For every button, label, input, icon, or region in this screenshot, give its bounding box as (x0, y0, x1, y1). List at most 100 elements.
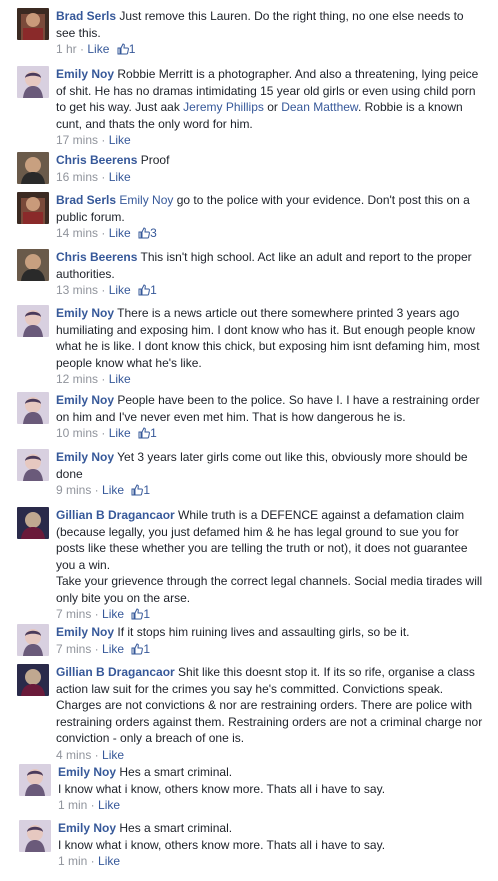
timestamp[interactable]: 1 hr (56, 42, 77, 56)
comment-author[interactable]: Emily Noy (56, 306, 114, 320)
comment-author[interactable]: Emily Noy (56, 625, 114, 639)
avatar[interactable] (19, 764, 51, 796)
avatar[interactable] (17, 66, 49, 98)
thumbs-up-icon (138, 284, 150, 300)
avatar[interactable] (17, 449, 49, 481)
comment-meta: 12 mins · Like (56, 372, 131, 386)
mention-link[interactable]: Jeremy Phillips (183, 100, 264, 114)
avatar[interactable] (17, 664, 49, 696)
comment-text: or (263, 100, 282, 114)
comment-content: Emily Noy Yet 3 years later girls come o… (56, 449, 486, 482)
comment-meta: 4 mins · Like (56, 747, 125, 762)
avatar[interactable] (17, 152, 49, 184)
comment-meta: 7 mins · Like 1 (56, 641, 486, 659)
like-link[interactable]: Like (109, 226, 131, 240)
like-link[interactable]: Like (102, 607, 124, 621)
comment-content: Emily Noy There is a news article out th… (56, 305, 486, 371)
like-count[interactable]: 3 (150, 226, 157, 240)
comment-meta: 16 mins · Like (56, 169, 131, 184)
like-count[interactable]: 1 (143, 642, 150, 656)
thumbs-up-icon (138, 227, 150, 243)
avatar[interactable] (17, 192, 49, 224)
comment-text: I know what i know, others know more. Th… (58, 781, 386, 796)
like-count[interactable]: 1 (129, 42, 136, 56)
timestamp[interactable]: 16 mins (56, 170, 98, 184)
comment-content: Gillian B Dragancaor Shit like this does… (56, 664, 486, 747)
comment-author[interactable]: Chris Beerens (56, 250, 137, 264)
comment-meta: 1 min · Like (58, 854, 121, 868)
comment-author[interactable]: Brad Serls (56, 9, 116, 23)
comment-content: Emily Noy People have been to the police… (56, 392, 486, 425)
comment-text: There is a news article out there somewh… (56, 306, 480, 370)
comment-author[interactable]: Chris Beerens (56, 153, 137, 167)
comment-author[interactable]: Gillian B Dragancaor (56, 508, 175, 522)
timestamp[interactable]: 12 mins (56, 372, 98, 386)
comment-meta: 1 hr · Like 1 (56, 41, 486, 59)
like-link[interactable]: Like (109, 133, 131, 147)
timestamp[interactable]: 7 mins (56, 607, 91, 621)
comment-author[interactable]: Brad Serls (56, 193, 116, 207)
thumbs-up-icon (138, 427, 150, 443)
comment-content: Chris Beerens This isn't high school. Ac… (56, 249, 486, 282)
like-link[interactable]: Like (98, 798, 120, 812)
like-link[interactable]: Like (109, 170, 131, 184)
comment-text: Hes a smart criminal. (119, 765, 233, 779)
comment-meta: 9 mins · Like 1 (56, 482, 486, 500)
comment-text: Hes a smart criminal. (119, 821, 233, 835)
like-count[interactable]: 1 (150, 283, 157, 297)
timestamp[interactable]: 1 min (58, 798, 87, 812)
like-count[interactable]: 1 (143, 607, 150, 621)
comment-text: Take your grievence through the correct … (56, 574, 483, 605)
comment-text: Proof (140, 153, 170, 167)
like-count[interactable]: 1 (150, 426, 157, 440)
timestamp[interactable]: 4 mins (56, 748, 91, 762)
comment-author[interactable]: Emily Noy (58, 821, 116, 835)
timestamp[interactable]: 7 mins (56, 642, 91, 656)
comment-content: Brad Serls Just remove this Lauren. Do t… (56, 8, 486, 41)
like-link[interactable]: Like (102, 483, 124, 497)
avatar[interactable] (17, 392, 49, 424)
thumbs-up-icon (131, 608, 144, 624)
comment-content: Chris Beerens Proof (56, 152, 486, 169)
like-link[interactable]: Like (102, 642, 124, 656)
like-link[interactable]: Like (109, 283, 131, 297)
timestamp[interactable]: 9 mins (56, 483, 91, 497)
timestamp[interactable]: 10 mins (56, 426, 98, 440)
comment-text: Just remove this Lauren. Do the right th… (56, 9, 464, 40)
avatar[interactable] (17, 249, 49, 281)
thumbs-up-icon (131, 642, 144, 659)
comment-content: Emily Noy Robbie Merritt is a photograph… (56, 66, 486, 132)
comment-content: Brad Serls Emily Noy go to the police wi… (56, 192, 486, 225)
comment-author[interactable]: Emily Noy (56, 450, 114, 464)
like-link[interactable]: Like (102, 748, 124, 762)
comment-content: Gillian B Dragancaor While truth is a DE… (56, 507, 486, 606)
like-link[interactable]: Like (87, 42, 109, 56)
comment-author[interactable]: Emily Noy (56, 393, 114, 407)
comment-author[interactable]: Emily Noy (58, 765, 116, 779)
comment-meta: 17 mins · Like (56, 133, 131, 147)
like-link[interactable]: Like (98, 854, 120, 868)
comment-author[interactable]: Emily Noy (56, 67, 114, 81)
avatar[interactable] (17, 507, 49, 539)
timestamp[interactable]: 17 mins (56, 133, 98, 147)
avatar[interactable] (19, 820, 51, 852)
like-link[interactable]: Like (109, 426, 131, 440)
like-link[interactable]: Like (109, 372, 131, 386)
avatar[interactable] (17, 305, 49, 337)
timestamp[interactable]: 13 mins (56, 283, 98, 297)
timestamp[interactable]: 14 mins (56, 226, 98, 240)
comment-author[interactable]: Gillian B Dragancaor (56, 665, 175, 679)
comment-text: People have been to the police. So have … (56, 393, 480, 424)
thumbs-up-icon (131, 484, 144, 500)
comment-meta: 10 mins · Like 1 (56, 425, 486, 443)
mention-link[interactable]: Dean Matthew (281, 100, 358, 114)
timestamp[interactable]: 1 min (58, 854, 87, 868)
comment-meta: 7 mins · Like 1 (56, 606, 486, 624)
avatar[interactable] (17, 8, 49, 40)
mention-link[interactable]: Emily Noy (119, 193, 173, 207)
comment-meta: 1 min · Like (58, 798, 121, 812)
avatar[interactable] (17, 624, 49, 656)
like-count[interactable]: 1 (143, 483, 150, 497)
comment-meta: 14 mins · Like 3 (56, 225, 486, 243)
comment-meta: 13 mins · Like 1 (56, 282, 486, 300)
